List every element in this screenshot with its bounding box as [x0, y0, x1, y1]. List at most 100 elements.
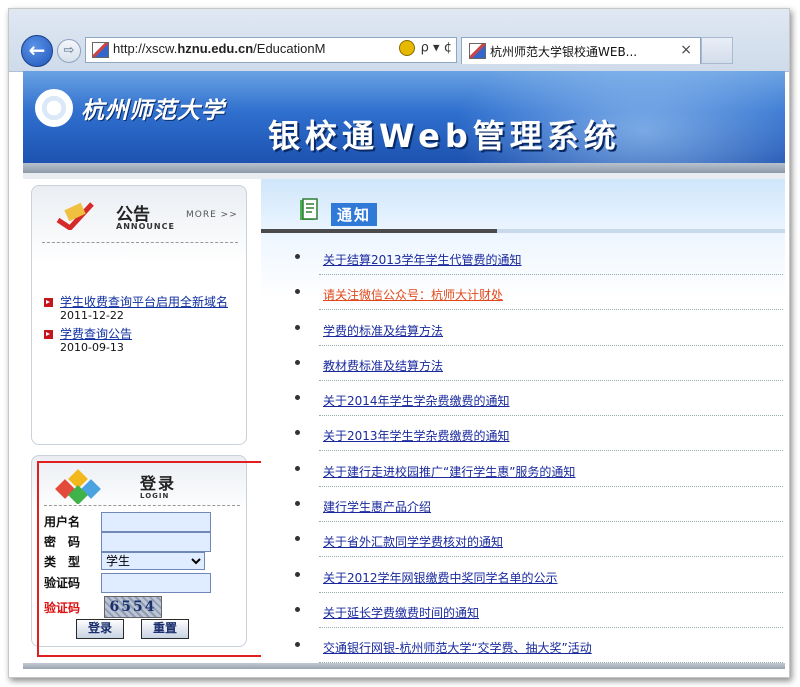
- notice-link[interactable]: 交通银行网银-杭州师范大学“交学费、抽大奖”活动: [323, 639, 592, 656]
- list-item: 关于延长学费缴费时间的通知: [291, 600, 785, 635]
- captcha-input[interactable]: [101, 573, 211, 593]
- notice-link[interactable]: 关于结算2013学年学生代管费的通知: [323, 251, 522, 268]
- notice-link[interactable]: 关于2012学年网银缴费中奖同学名单的公示: [323, 569, 558, 586]
- type-select[interactable]: 学生: [101, 552, 205, 570]
- bullet-icon: [295, 430, 300, 436]
- tab-close-icon[interactable]: ×: [680, 42, 692, 58]
- back-button[interactable]: ←: [21, 35, 53, 67]
- announce-date: 2011-12-22: [60, 309, 124, 322]
- list-item: 关于省外汇款同学学费核对的通知: [291, 529, 785, 564]
- bullet-icon: [295, 395, 300, 401]
- announce-more-link[interactable]: MORE >>: [186, 210, 238, 220]
- bullet-icon: [295, 501, 300, 507]
- notice-title-bar: [261, 229, 785, 233]
- announce-icon: [56, 202, 94, 230]
- list-item: 建行学生惠产品介绍: [291, 494, 785, 529]
- announce-link[interactable]: 学费查询公告: [60, 327, 240, 341]
- login-divider: [44, 505, 240, 506]
- compatibility-icon[interactable]: [398, 40, 415, 56]
- reset-button[interactable]: 重置: [141, 619, 189, 639]
- notice-link[interactable]: 关于延长学费缴费时间的通知: [323, 604, 479, 621]
- notice-separator: [319, 521, 783, 523]
- login-subtitle: LOGIN: [140, 492, 170, 500]
- notice-separator: [319, 344, 783, 346]
- bullet-icon: [295, 289, 300, 295]
- notice-separator: [319, 450, 783, 452]
- new-tab-button[interactable]: [701, 37, 733, 64]
- notice-separator: [319, 626, 783, 628]
- book-icon: [300, 198, 318, 220]
- announce-panel: 公告 ANNOUNCE MORE >> 学生收费查询平台启用全新域名 2011-…: [31, 185, 247, 445]
- password-label: 密 码: [44, 535, 81, 549]
- footer-band: [23, 663, 785, 669]
- announce-divider: [42, 242, 238, 243]
- tab-title: 杭州师范大学银校通WEB...: [490, 45, 638, 59]
- list-item: 教材费标准及结算方法: [291, 353, 785, 388]
- bullet-arrow-icon: [44, 330, 53, 339]
- bullet-icon: [295, 536, 300, 542]
- banner-divider: [23, 163, 785, 173]
- bullet-icon: [295, 254, 300, 259]
- notice-link[interactable]: 关于建行走进校园推广“建行学生惠”服务的通知: [323, 463, 575, 480]
- notice-link[interactable]: 建行学生惠产品介绍: [323, 498, 431, 515]
- bullet-icon: [295, 606, 300, 612]
- captcha-label: 验证码: [44, 601, 81, 615]
- notice-link[interactable]: 关于2014年学生学杂费缴费的通知: [323, 392, 510, 409]
- announce-subtitle: ANNOUNCE: [116, 222, 175, 231]
- login-title: 登录: [140, 474, 177, 493]
- address-tools: ρ ▾ ¢: [398, 40, 452, 56]
- bullet-icon: [295, 465, 300, 471]
- list-item: 关于建行走进校园推广“建行学生惠”服务的通知: [291, 459, 785, 494]
- notice-separator: [319, 591, 783, 593]
- notice-link[interactable]: 学费的标准及结算方法: [323, 322, 443, 339]
- search-refresh-icons[interactable]: ρ ▾ ¢: [421, 41, 452, 56]
- announce-date: 2010-09-13: [60, 341, 124, 354]
- username-label: 用户名: [44, 515, 81, 529]
- password-input[interactable]: [101, 532, 211, 552]
- notice-separator: [319, 379, 783, 381]
- list-item: 关于结算2013学年学生代管费的通知: [291, 247, 785, 282]
- address-url: http://xscw.hznu.edu.cn/EducationM: [113, 41, 326, 56]
- notice-link[interactable]: 关于2013年学生学杂费缴费的通知: [323, 427, 510, 444]
- site-banner: 杭州师范大学 银校通Web管理系统: [23, 71, 785, 163]
- login-icon: [55, 469, 101, 504]
- list-item: 学生收费查询平台启用全新域名 2011-12-22: [44, 295, 240, 323]
- notice-link[interactable]: 教材费标准及结算方法: [323, 357, 443, 374]
- bullet-icon: [295, 324, 300, 330]
- notice-separator: [319, 556, 783, 558]
- browser-tab[interactable]: 杭州师范大学银校通WEB... ×: [461, 37, 701, 64]
- list-item: 关于2014年学生学杂费缴费的通知: [291, 388, 785, 423]
- notice-separator: [319, 274, 783, 275]
- system-title: 银校通Web管理系统: [268, 117, 621, 155]
- captcha-input-label: 验证码: [44, 576, 81, 590]
- school-seal-icon: [35, 89, 73, 127]
- login-button[interactable]: 登录: [76, 619, 124, 639]
- username-input[interactable]: [101, 512, 211, 532]
- tab-favicon-icon: [469, 43, 486, 59]
- address-bar[interactable]: http://xscw.hznu.edu.cn/EducationM ρ ▾ ¢: [85, 37, 457, 63]
- bullet-icon: [295, 571, 300, 577]
- notice-list: 关于结算2013学年学生代管费的通知 请关注微信公众号：杭师大计财处 学费的标准…: [291, 247, 785, 671]
- page-favicon-icon: [92, 42, 109, 58]
- list-item: 请关注微信公众号：杭师大计财处: [291, 282, 785, 317]
- bullet-icon: [295, 642, 300, 648]
- notice-link-alert[interactable]: 请关注微信公众号：杭师大计财处: [323, 286, 503, 303]
- forward-button[interactable]: ⇨: [57, 39, 81, 63]
- notice-link[interactable]: 关于省外汇款同学学费核对的通知: [323, 533, 503, 550]
- list-item: 关于2013年学生学杂费缴费的通知: [291, 423, 785, 458]
- browser-window: ← ⇨ http://xscw.hznu.edu.cn/EducationM ρ…: [8, 8, 790, 678]
- announce-link[interactable]: 学生收费查询平台启用全新域名: [60, 295, 240, 309]
- list-item: 学费查询公告 2010-09-13: [44, 327, 240, 355]
- type-label: 类 型: [44, 555, 81, 569]
- school-name: 杭州师范大学: [81, 97, 225, 124]
- bullet-arrow-icon: [44, 298, 53, 307]
- browser-toolbar: ← ⇨ http://xscw.hznu.edu.cn/EducationM ρ…: [9, 9, 789, 72]
- notice-separator: [319, 415, 783, 417]
- login-panel: 登录 LOGIN 用户名 密 码 类 型 学生 验证码 验证码 6554 登录 …: [31, 455, 247, 647]
- notice-title: 通知: [331, 203, 378, 226]
- notice-separator: [319, 485, 783, 487]
- list-item: 关于2012学年网银缴费中奖同学名单的公示: [291, 565, 785, 600]
- captcha-image[interactable]: 6554: [104, 596, 162, 618]
- notice-panel: 通知 关于结算2013学年学生代管费的通知 请关注微信公众号：杭师大计财处 学费…: [261, 179, 785, 664]
- announce-list: 学生收费查询平台启用全新域名 2011-12-22 学费查询公告 2010-09…: [44, 295, 240, 359]
